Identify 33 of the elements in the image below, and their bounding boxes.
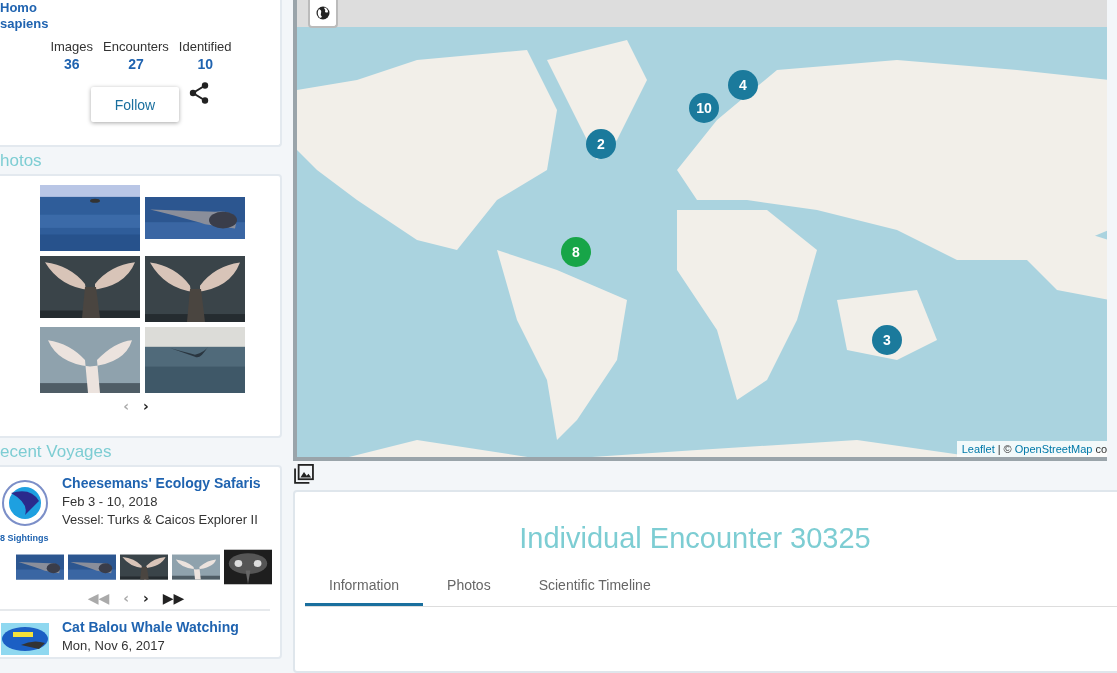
stat-value: 10 [197, 56, 213, 72]
tab[interactable]: Scientific Timeline [514, 569, 675, 606]
stat-label: Identified [178, 39, 232, 54]
voyage-date: Mon, Nov 6, 2017 [62, 638, 166, 653]
section-heading: ecent Voyages [0, 444, 112, 460]
stat-label: Encounters [103, 39, 169, 54]
logo-icon [1, 623, 49, 655]
vessel-name: Vessel: Turks & Caicos Explorer II [62, 512, 259, 527]
stat-value: 36 [63, 56, 80, 72]
leaflet-link[interactable]: Leaflet [961, 443, 995, 456]
voyage-title-link[interactable]: Cat Balou Whale Watching [62, 619, 239, 635]
stat-label: Images [50, 39, 94, 54]
globe-button[interactable] [308, 0, 338, 28]
skip-button[interactable]: ▶▶ [158, 589, 189, 607]
stat-value: 27 [128, 56, 144, 72]
openstreetmap-link[interactable]: OpenStreetMap [1014, 443, 1093, 456]
section-heading: hotos [0, 153, 42, 169]
tab[interactable]: Photos [423, 569, 515, 606]
globe-icon [316, 6, 330, 20]
voyage-date: Feb 3 - 10, 2018 [62, 494, 159, 509]
page-button[interactable]: › [139, 397, 153, 415]
encounter-title: Individual Encounter 30325 [518, 522, 872, 555]
voyage-title-link[interactable]: Cheesemans' Ecology Safaris [62, 475, 261, 491]
attribution-text: co [1095, 443, 1107, 456]
attribution-text: | © [997, 443, 1012, 456]
follow-button[interactable]: Follow [91, 87, 179, 122]
species-link[interactable]: sapiens [0, 16, 49, 32]
tab[interactable]: Information [305, 569, 424, 606]
sightings-link[interactable]: 8 Sightings [0, 533, 49, 543]
gallery-icon[interactable] [293, 464, 315, 484]
page-button[interactable]: › [139, 589, 153, 607]
share-icon[interactable] [189, 82, 209, 104]
species-link[interactable]: Homo [0, 0, 37, 16]
